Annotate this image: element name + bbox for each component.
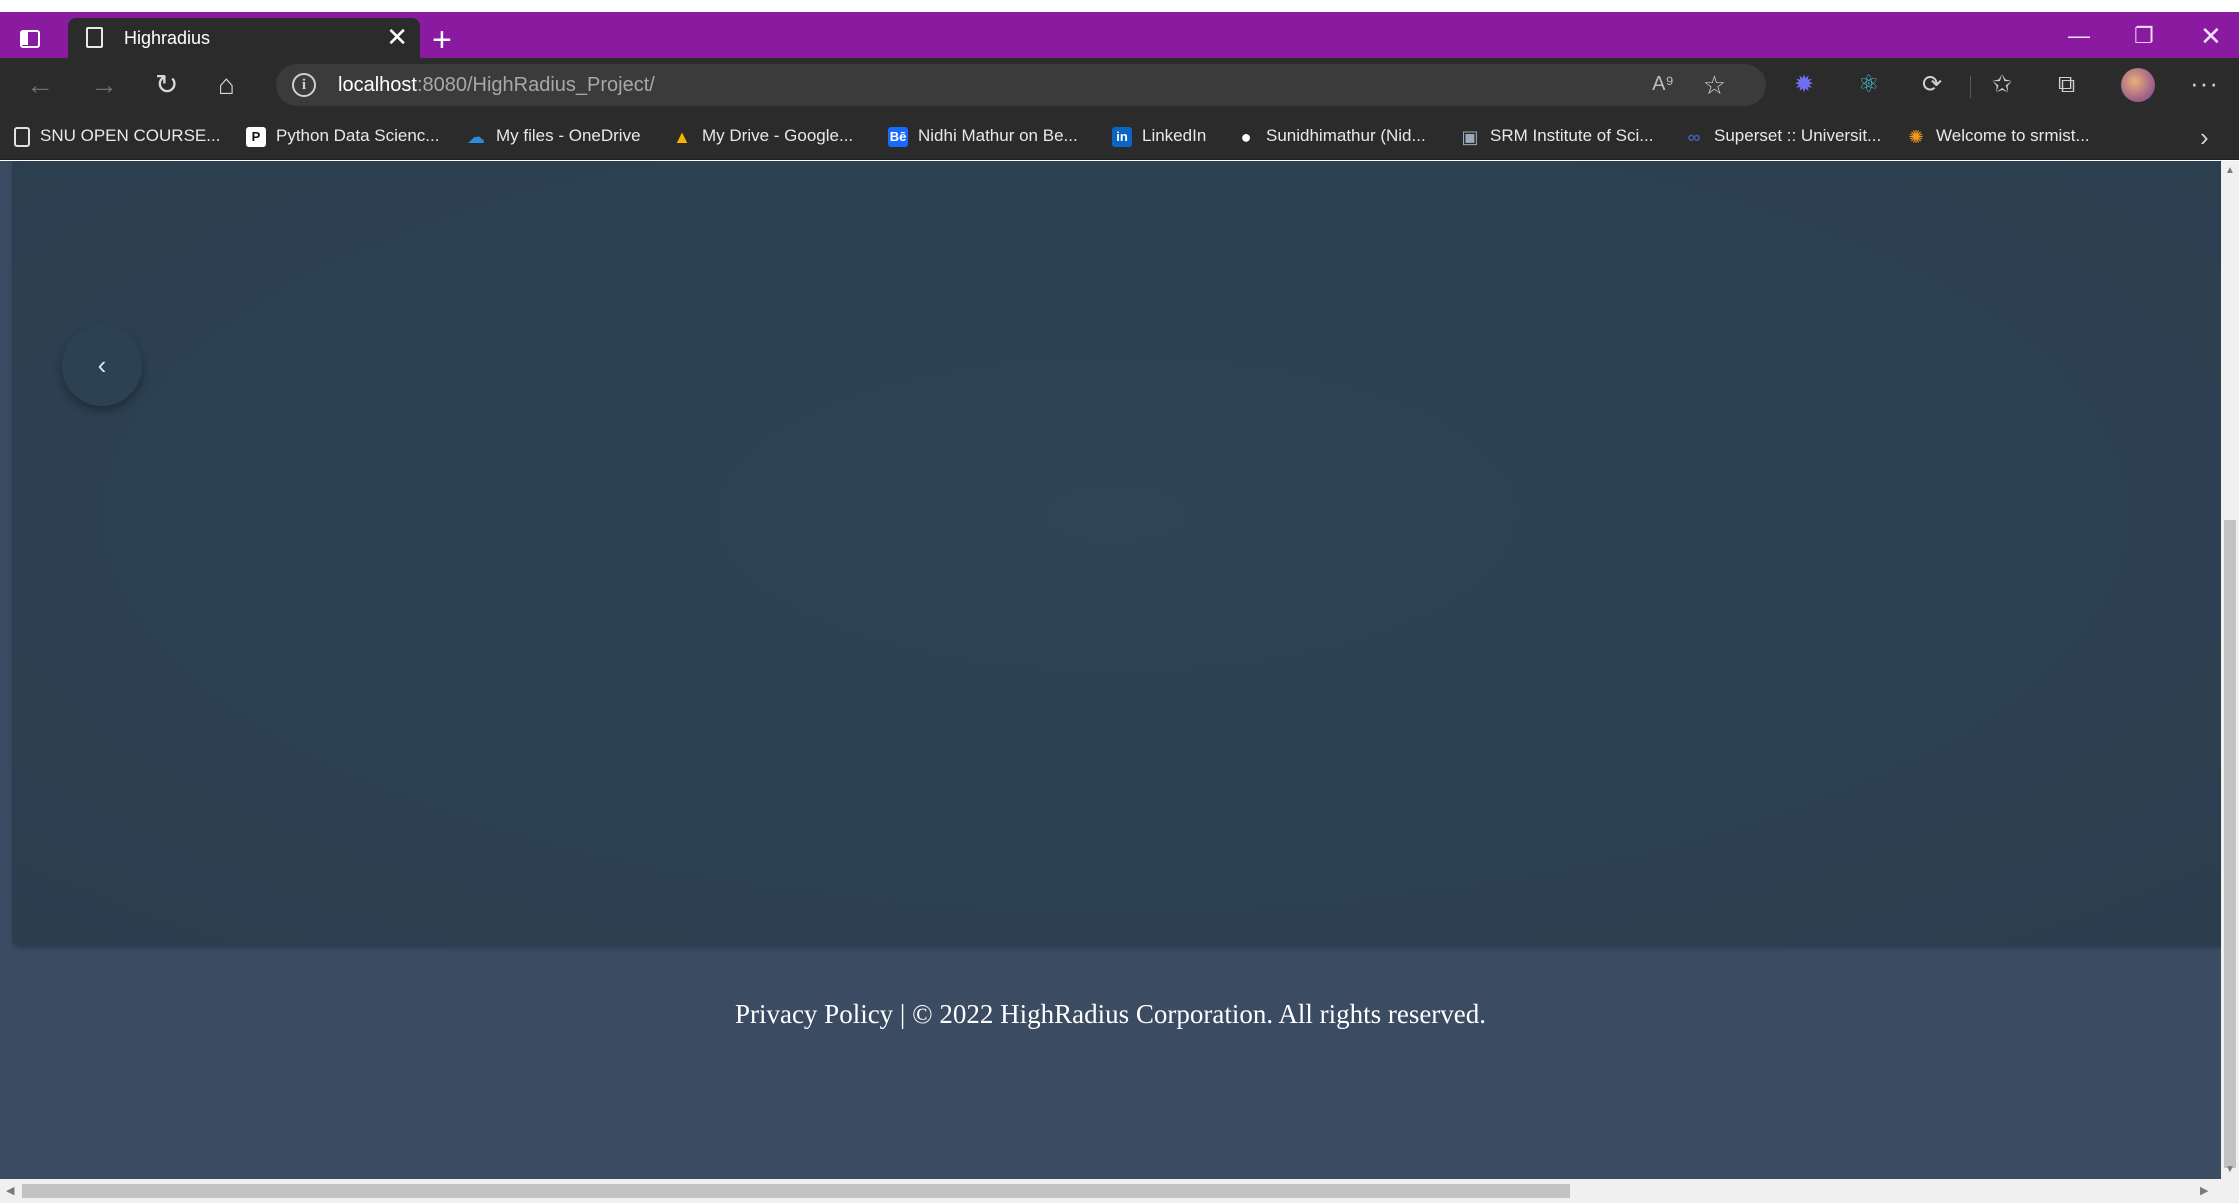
back-button[interactable]: ← [26, 71, 54, 99]
new-tab-button[interactable]: + [432, 23, 452, 57]
tab-title: Highradius [124, 28, 211, 48]
bookmark-item[interactable]: SNU OPEN COURSE... [14, 125, 220, 149]
horizontal-scrollbar[interactable]: ◀ ▶ [0, 1179, 2239, 1203]
scroll-up-icon[interactable]: ▲ [2225, 165, 2235, 176]
extension-react-icon[interactable]: ⚛ [1858, 72, 1880, 98]
url-host: localhost [338, 74, 417, 96]
scroll-left-icon[interactable]: ◀ [6, 1184, 14, 1197]
carousel-prev-button[interactable]: ‹ [62, 326, 142, 406]
favorites-icon[interactable]: ✩ [1992, 72, 2012, 98]
address-bar[interactable]: i localhost:8080/HighRadius_Project/ A⁹ … [276, 64, 1766, 106]
hero-carousel: ‹ [12, 161, 2221, 947]
scroll-right-icon[interactable]: ▶ [2200, 1184, 2208, 1197]
bookmark-label: My files - OneDrive [496, 126, 641, 145]
behance-icon: Bē [888, 126, 908, 147]
bookmarks-bar: ✺ Welcome to srmist... ∞ Superset :: Univer… [0, 112, 2239, 160]
collections-icon[interactable]: ⧉ [2058, 72, 2075, 98]
bookmark-label: SRM Institute of Sci... [1490, 126, 1654, 145]
bookmark-item[interactable]: ▣ SRM Institute of Sci... [1460, 125, 1653, 149]
bookmark-label: SNU OPEN COURSE... [40, 126, 221, 145]
tab-actions-icon[interactable] [18, 28, 42, 52]
bookmark-label: LinkedIn [1142, 126, 1207, 145]
url-text[interactable]: localhost:8080/HighRadius_Project/ [338, 74, 655, 97]
bookmark-label: Superset :: Universit... [1714, 126, 1882, 145]
bookmark-label: My Drive - Google... [702, 126, 854, 145]
srmist-icon: ✺ [1908, 126, 1924, 147]
close-window-button[interactable]: ✕ [2200, 23, 2222, 49]
window-top-edge [0, 0, 2239, 12]
url-path: :8080/HighRadius_Project/ [416, 74, 655, 96]
scroll-down-icon[interactable]: ▼ [2225, 1164, 2235, 1175]
bookmark-label: Welcome to srmist... [1936, 126, 2090, 145]
forward-button[interactable]: → [90, 71, 118, 99]
p-icon: P [246, 126, 266, 147]
toolbar-divider [1970, 76, 1971, 98]
bookmark-item[interactable]: ☁ My files - OneDrive [466, 125, 641, 149]
srm-icon: ▣ [1461, 126, 1479, 147]
extension-gear-icon[interactable]: ✹ [1794, 72, 1814, 98]
minimize-button[interactable]: — [2068, 25, 2090, 47]
bookmarks-overflow-icon[interactable]: › [2200, 122, 2209, 153]
bookmark-item[interactable]: Bē Nidhi Mathur on Be... [888, 125, 1078, 149]
browser-title-bar: Highradius ✕ + — ❐ ✕ [0, 12, 2239, 58]
footer-copyright: Privacy Policy | © 2022 HighRadius Corpo… [734, 999, 1487, 1029]
superset-icon: ∞ [1687, 126, 1701, 147]
bookmark-label: Python Data Scienc... [276, 126, 440, 145]
more-menu-icon[interactable]: ··· [2190, 68, 2219, 99]
home-button[interactable]: ⌂ [218, 71, 235, 99]
bookmark-label: Sunidhimathur (Nid... [1266, 126, 1426, 145]
horizontal-scroll-thumb[interactable] [22, 1184, 1570, 1198]
page-content: ‹ Privacy Policy | © 2022 HighRadius Cor… [0, 161, 2221, 1179]
site-info-icon[interactable]: i [292, 73, 316, 97]
linkedin-icon: in [1112, 126, 1132, 147]
vertical-scroll-thumb[interactable] [2224, 520, 2236, 1168]
bookmark-item[interactable]: ● Sunidhimathur (Nid... [1236, 125, 1426, 149]
restore-button[interactable]: ❐ [2134, 25, 2154, 47]
browser-toolbar: ← → ↻ ⌂ i localhost:8080/HighRadius_Proj… [0, 58, 2239, 112]
profile-avatar[interactable] [2121, 68, 2155, 102]
page-icon [14, 126, 30, 147]
extensions-icon[interactable]: ⟳ [1922, 72, 1942, 98]
tab-close-icon[interactable]: ✕ [386, 23, 408, 51]
read-aloud-icon[interactable]: A⁹ [1652, 73, 1674, 96]
bookmark-label: Nidhi Mathur on Be... [918, 126, 1078, 145]
google-drive-icon: ▲ [673, 126, 691, 147]
add-favorite-icon[interactable]: ☆ [1703, 70, 1726, 101]
bookmark-item[interactable]: in LinkedIn [1112, 125, 1206, 149]
vertical-scrollbar[interactable]: ▲ ▼ [2221, 161, 2239, 1179]
reload-button[interactable]: ↻ [155, 71, 178, 99]
bookmark-item[interactable]: ∞ Superset :: Universit... [1684, 125, 1882, 149]
bookmark-item[interactable]: ▲ My Drive - Google... [672, 125, 853, 149]
page-icon [86, 27, 103, 48]
onedrive-icon: ☁ [467, 126, 485, 147]
bookmark-item[interactable]: ✺ Welcome to srmist... [1906, 125, 2090, 149]
tab-highradius[interactable]: Highradius ✕ [68, 18, 420, 58]
github-icon: ● [1240, 126, 1252, 147]
bookmark-item[interactable]: P Python Data Scienc... [246, 125, 439, 149]
